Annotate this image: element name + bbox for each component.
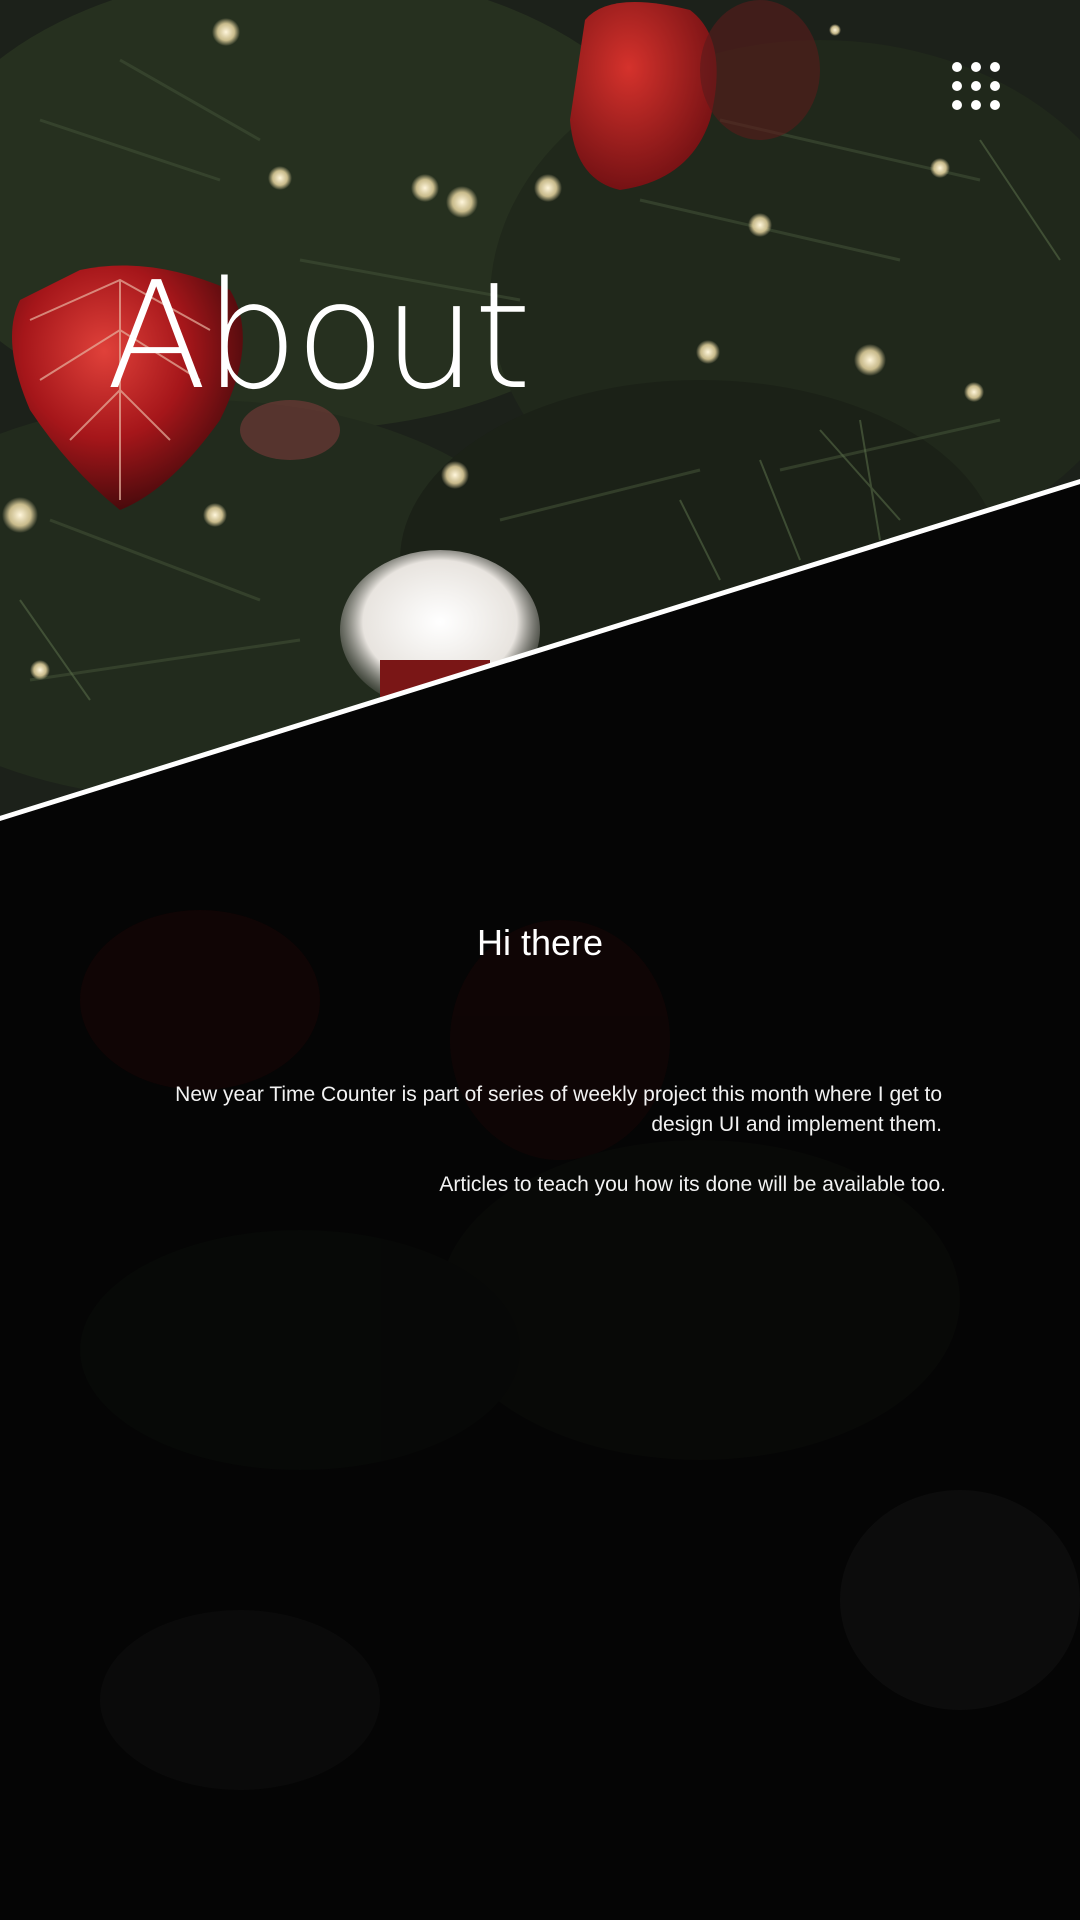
articles-paragraph: Articles to teach you how its done will … [439, 1173, 946, 1196]
page-title: About [106, 250, 532, 422]
intro-paragraph: New year Time Counter is part of series … [175, 1083, 942, 1136]
menu-button[interactable] [950, 60, 1002, 112]
greeting-heading: Hi there [476, 922, 604, 963]
about-screen: About Hi there New year Time Counter is … [0, 0, 1080, 1920]
